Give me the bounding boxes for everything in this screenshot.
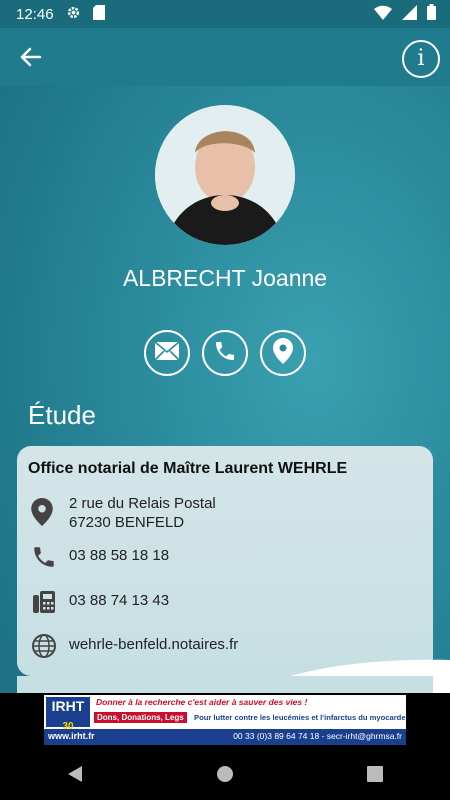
ad-cause: Pour lutter contre les leucémies et l'in… (194, 713, 406, 722)
status-bar: 12:46 (0, 0, 450, 28)
nav-back-icon[interactable] (60, 759, 90, 789)
ad-tagline: Donner à la recherche c'est aider à sauv… (96, 697, 308, 707)
phone-icon (31, 544, 59, 572)
phone-icon (213, 339, 237, 368)
irht-ad[interactable]: IRHT 30 Donner à la recherche c'est aide… (44, 695, 406, 745)
ad-url: www.irht.fr (48, 731, 95, 741)
ad-footer: www.irht.fr 00 33 (0)3 89 64 74 18 - sec… (44, 729, 406, 745)
screen: 12:46 i ALBRECHT Joanne Étude Office not… (0, 0, 450, 800)
location-pin-icon (31, 498, 59, 526)
ad-badge: Dons, Donations, Legs (94, 712, 187, 723)
sd-card-icon (92, 4, 105, 24)
app-bar: i (0, 28, 450, 86)
battery-icon (427, 4, 436, 24)
nav-home-icon[interactable] (210, 759, 240, 789)
ad-logo-text: IRHT (51, 698, 85, 714)
contact-name: ALBRECHT Joanne (122, 265, 328, 291)
address-line1: 2 rue du Relais Postal (69, 495, 216, 512)
contact-actions (144, 330, 306, 376)
decorative-wave (17, 659, 450, 695)
back-arrow-icon[interactable] (16, 42, 46, 72)
nav-recents-icon[interactable] (360, 759, 390, 789)
fax-icon (31, 589, 59, 617)
section-title: Étude (28, 400, 96, 430)
mail-icon (154, 340, 180, 366)
avatar (155, 105, 295, 245)
email-button[interactable] (144, 330, 190, 376)
signal-icon (402, 4, 417, 24)
ad-contact: 00 33 (0)3 89 64 74 18 - secr-irht@ghrms… (233, 731, 402, 741)
wifi-icon (374, 5, 392, 24)
status-time: 12:46 (16, 5, 54, 23)
settings-icon (66, 5, 81, 24)
fax-number: 03 88 74 13 43 (69, 592, 170, 609)
address-line2: 67230 BENFELD (69, 514, 185, 531)
location-pin-icon (273, 337, 293, 369)
office-card: Office notarial de Maître Laurent WEHRLE… (17, 446, 433, 676)
info-button[interactable]: i (402, 40, 440, 78)
ad-banner: IRHT 30 Donner à la recherche c'est aide… (0, 693, 450, 747)
phone-number: 03 88 58 18 18 (69, 547, 170, 564)
ad-logo: IRHT 30 (46, 697, 90, 732)
map-button[interactable] (260, 330, 306, 376)
office-name: Office notarial de Maître Laurent WEHRLE (28, 460, 348, 477)
system-nav-bar (0, 747, 450, 800)
call-button[interactable] (202, 330, 248, 376)
